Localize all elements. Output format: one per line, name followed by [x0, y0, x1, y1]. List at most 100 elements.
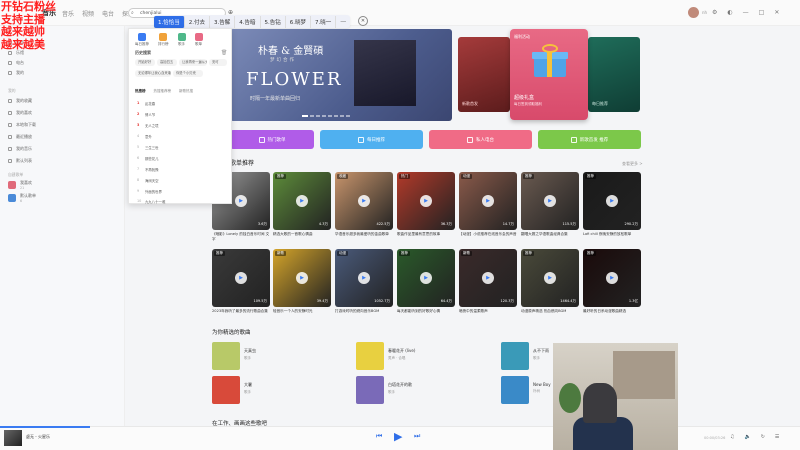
- hot-item[interactable]: 9 外面的世界: [137, 189, 162, 194]
- song-art[interactable]: [501, 342, 529, 370]
- sidebar-item-collection[interactable]: 我的收藏: [8, 98, 32, 104]
- playlist-caption[interactable]: 轻音乐一个人的安静时光: [273, 309, 331, 319]
- tab-new-songs[interactable]: 新歌热搜: [179, 89, 193, 94]
- song-tab[interactable]: 5.告钻: [261, 15, 286, 28]
- progress-bar[interactable]: [0, 426, 90, 428]
- play-icon[interactable]: ▶: [358, 195, 370, 207]
- playlist-cover[interactable]: 推荐 ▶ 290.2万: [583, 172, 641, 230]
- trash-icon[interactable]: 🗑: [221, 50, 227, 56]
- nav-video[interactable]: 视频: [82, 9, 94, 18]
- playlist-card[interactable]: 动漫 ▶ 1052.7万 打游戏时听的燃向音乐BGM: [335, 249, 393, 319]
- playlist-caption[interactable]: Lofi chill 夜晚安静的放松歌单: [583, 232, 641, 242]
- playlist-caption[interactable]: 打游戏时听的燃向音乐BGM: [335, 309, 393, 319]
- playlist-caption[interactable]: 翻唱大赛之华语歌曲经典合集: [521, 232, 579, 242]
- song-item[interactable]: 白塔花开的歌 歌手: [356, 376, 412, 404]
- song-item[interactable]: 春暖花开 (live) 男声 · 合唱: [356, 342, 415, 370]
- playlist-cover[interactable]: 新歌 ▶ 39.4万: [273, 249, 331, 307]
- history-chip[interactable]: 让我再来一遍从头: [179, 59, 207, 66]
- hot-item[interactable]: 6 那些花儿: [137, 156, 159, 161]
- tab-hot-search[interactable]: 热搜榜: [135, 89, 146, 94]
- hot-item[interactable]: 4 意外: [137, 134, 152, 139]
- song-tab[interactable]: 6.晓梦: [286, 15, 311, 28]
- history-chip[interactable]: 无论哪年让我心血来潮: [135, 70, 171, 77]
- quick-button[interactable]: 私人电台: [429, 130, 532, 149]
- history-chip[interactable]: 开始好好: [135, 59, 155, 66]
- playlist-cover[interactable]: 推荐 ▶ 109.5万: [212, 249, 270, 307]
- song-tab[interactable]: 3.告解: [210, 15, 236, 28]
- hot-item[interactable]: 3 无人之境: [137, 123, 159, 128]
- carousel-dots[interactable]: [302, 115, 350, 117]
- playlist-card[interactable]: 推荐 ▶ 64.4万 每天都能听到的好歌好心情: [397, 249, 455, 319]
- now-playing-title[interactable]: 虚无 - 火星乐: [26, 434, 50, 440]
- quick-button[interactable]: 每日推荐: [320, 130, 423, 149]
- playlist-cover[interactable]: 动漫 ▶ 14.7万: [459, 172, 517, 230]
- playlist-card[interactable]: 动漫 ▶ 14.7万【动漫】小说推荐在线音乐会的声音: [459, 172, 517, 242]
- playlist-card[interactable]: 新歌 ▶ 39.4万轻音乐一个人的安静时光: [273, 249, 331, 319]
- play-icon[interactable]: ▶: [482, 195, 494, 207]
- next-icon[interactable]: ⏭: [414, 432, 420, 441]
- banner-side-right[interactable]: 每日推荐: [588, 37, 640, 112]
- play-icon[interactable]: ▶: [420, 272, 432, 284]
- playlist-caption[interactable]: 【动漫】小说推荐在线音乐会的声音: [459, 232, 517, 242]
- prev-icon[interactable]: ⏮: [376, 432, 382, 441]
- collapse-icon[interactable]: —: [336, 18, 350, 25]
- more-link[interactable]: 查看更多 >: [622, 161, 643, 167]
- nav-music[interactable]: 音乐: [62, 9, 74, 18]
- quick-playlists[interactable]: 歌单: [194, 33, 203, 47]
- maximize-icon[interactable]: □: [759, 9, 765, 16]
- hot-item[interactable]: 8 海阔天空: [137, 178, 159, 183]
- sidebar-item-default-list[interactable]: 默认列表: [8, 158, 32, 164]
- close-strip-icon[interactable]: ✕: [358, 16, 368, 26]
- play-icon[interactable]: ▶: [394, 430, 402, 443]
- history-chip[interactable]: 安可: [209, 59, 227, 66]
- playlist-cover[interactable]: 推荐 ▶ 1464.4万: [521, 249, 579, 307]
- quick-button[interactable]: 新歌首发 推荐: [538, 130, 641, 149]
- song-item[interactable]: 天真虫 歌手: [212, 342, 256, 370]
- hot-item[interactable]: 2 情人节: [137, 112, 155, 117]
- playlist-caption[interactable]: 动漫原声精选 热血燃向BGM: [521, 309, 579, 319]
- song-tab[interactable]: 1.恰恰当: [154, 15, 185, 28]
- play-icon[interactable]: ▶: [482, 272, 494, 284]
- playlist-caption[interactable]: 《暗影》Lonely 的独白音乐时间 文字: [212, 232, 270, 242]
- play-icon[interactable]: ▶: [420, 195, 432, 207]
- playlist-cover[interactable]: 收藏 ▶ 422.5万: [335, 172, 393, 230]
- nav-radio[interactable]: 电台: [102, 9, 114, 18]
- playlist-cover[interactable]: 推荐 ▶ 4.3万: [273, 172, 331, 230]
- song-item[interactable]: New Boy 朴树: [501, 376, 551, 404]
- hot-item[interactable]: 1 乱花春: [137, 101, 155, 106]
- playlist-cover[interactable]: 新歌 ▶ 120.3万: [459, 249, 517, 307]
- play-icon[interactable]: ▶: [235, 272, 247, 284]
- sidebar-item-mine[interactable]: 我的: [8, 70, 24, 76]
- playlist-caption[interactable]: 最好听的日系动漫歌曲精选: [583, 309, 641, 319]
- playlist-card[interactable]: 推荐 ▶ 4.3万 精选大歌的一首歌心情曲: [273, 172, 331, 242]
- song-item[interactable]: 从不下雨 歌手: [501, 342, 549, 370]
- close-icon[interactable]: ✕: [774, 9, 779, 16]
- play-icon[interactable]: ▶: [606, 272, 618, 284]
- sidebar-playlist[interactable]: 我喜欢 21: [8, 180, 32, 190]
- play-icon[interactable]: ▶: [544, 195, 556, 207]
- play-icon[interactable]: ▶: [296, 195, 308, 207]
- song-tab[interactable]: 2.付去: [185, 15, 210, 28]
- playlist-cover[interactable]: 推荐 ▶ 64.4万: [397, 249, 455, 307]
- now-playing-art[interactable]: [4, 430, 22, 446]
- play-icon[interactable]: ▶: [235, 195, 247, 207]
- song-item[interactable]: 大暑 歌手: [212, 376, 252, 404]
- play-icon[interactable]: ▶: [358, 272, 370, 284]
- song-art[interactable]: [501, 376, 529, 404]
- song-art[interactable]: [212, 342, 240, 370]
- quick-charts[interactable]: 排行榜: [158, 33, 169, 47]
- playlist-card[interactable]: 推荐 ▶ 115.5万 翻唱大赛之华语歌曲经典合集: [521, 172, 579, 242]
- hot-item[interactable]: 5 三生三世: [137, 145, 159, 150]
- history-chip[interactable]: 高抬四五: [157, 59, 177, 66]
- play-icon[interactable]: ▶: [296, 272, 308, 284]
- lyrics-icon[interactable]: ♫: [730, 434, 734, 440]
- settings-icon[interactable]: ⚙: [712, 9, 717, 16]
- hot-item[interactable]: 7 不再犹豫: [137, 167, 159, 172]
- song-tab[interactable]: 4.告暗: [235, 15, 261, 28]
- play-icon[interactable]: ▶: [544, 272, 556, 284]
- playlist-card[interactable]: 收藏 ▶ 422.5万 华语音乐超多我最爱听的金曲歌单: [335, 172, 393, 242]
- user-name[interactable]: nh: [702, 10, 707, 15]
- playlist-card[interactable]: 推荐 ▶ 1464.4万动漫原声精选 热血燃向BGM: [521, 249, 579, 319]
- loop-icon[interactable]: ↻: [761, 434, 765, 440]
- gift-banner[interactable]: 福利活动 超级礼盒 每日签到领取福利: [510, 29, 588, 120]
